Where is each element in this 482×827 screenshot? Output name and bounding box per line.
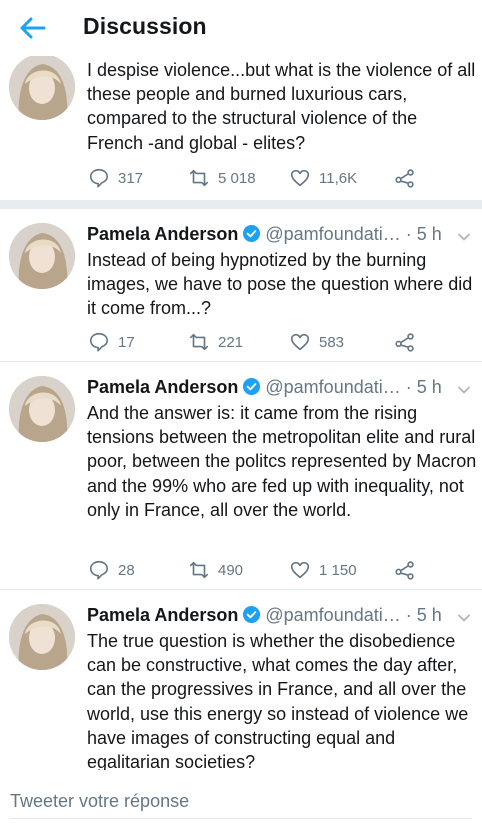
like-button[interactable]: 1 150 bbox=[289, 558, 357, 582]
author-name[interactable]: Pamela Anderson bbox=[87, 377, 238, 397]
arrow-left-icon bbox=[20, 17, 46, 39]
author-handle[interactable]: @pamfoundati… bbox=[265, 605, 400, 625]
tweet-text: The true question is whether the disobed… bbox=[87, 631, 469, 770]
reply-icon bbox=[89, 168, 109, 188]
author-handle[interactable]: @pamfoundati… bbox=[265, 377, 400, 397]
retweet-icon bbox=[189, 169, 209, 187]
heart-icon bbox=[290, 169, 310, 187]
retweet-icon bbox=[189, 561, 209, 579]
tweet[interactable]: I despise violence...but what is the vio… bbox=[0, 56, 482, 200]
tweet-time: · 5 h bbox=[405, 605, 442, 625]
reply-count: 17 bbox=[118, 333, 135, 351]
verified-badge-icon bbox=[243, 377, 261, 396]
reply-input[interactable] bbox=[10, 787, 470, 815]
tweet-header: Pamela Anderson @pamfoundati… · 5 h bbox=[87, 373, 442, 401]
reply-icon bbox=[89, 332, 109, 352]
conversation-thread: I despise violence...but what is the vio… bbox=[0, 56, 482, 770]
reply-button[interactable]: 317 bbox=[88, 166, 143, 190]
retweet-icon bbox=[189, 333, 209, 351]
top-app-bar: Discussion bbox=[0, 0, 482, 56]
chevron-down-icon[interactable] bbox=[456, 382, 472, 398]
share-icon bbox=[395, 333, 414, 352]
reply-count: 28 bbox=[118, 561, 135, 579]
reply-icon bbox=[89, 560, 109, 580]
retweet-button[interactable]: 5 018 bbox=[188, 166, 256, 190]
tweet-time: · 5 h bbox=[405, 224, 442, 244]
like-button[interactable]: 583 bbox=[289, 330, 344, 354]
avatar[interactable] bbox=[9, 56, 75, 120]
tweet-header: Pamela Anderson @pamfoundati… · 5 h bbox=[87, 220, 442, 248]
heart-icon bbox=[290, 561, 310, 579]
verified-badge-icon bbox=[243, 224, 261, 243]
tweet-time: · 5 h bbox=[405, 377, 442, 397]
tweet-actions: 28 490 1 150 bbox=[88, 558, 468, 582]
share-icon bbox=[395, 169, 414, 188]
tweet-header: Pamela Anderson @pamfoundati… · 5 h bbox=[87, 601, 442, 629]
retweet-count: 5 018 bbox=[218, 169, 256, 187]
retweet-button[interactable]: 221 bbox=[188, 330, 243, 354]
share-button[interactable] bbox=[394, 166, 424, 190]
retweet-count: 490 bbox=[218, 561, 244, 579]
avatar[interactable] bbox=[9, 376, 75, 442]
tweet-text: Instead of being hypnotized by the burni… bbox=[87, 250, 473, 319]
reply-composer bbox=[0, 770, 482, 827]
author-name[interactable]: Pamela Anderson bbox=[87, 224, 238, 244]
share-button[interactable] bbox=[394, 558, 424, 582]
share-icon bbox=[395, 561, 414, 580]
like-count: 11,6K bbox=[319, 169, 358, 187]
heart-icon bbox=[290, 333, 310, 351]
tweet-actions: 317 5 018 11,6K bbox=[88, 166, 468, 190]
tweet-text: And the answer is: it came from the risi… bbox=[87, 403, 477, 520]
reply-underline bbox=[10, 818, 472, 819]
back-button[interactable] bbox=[14, 10, 50, 46]
retweet-count: 221 bbox=[218, 333, 244, 351]
chevron-down-icon[interactable] bbox=[456, 610, 472, 626]
tweet-actions: 17 221 583 bbox=[88, 330, 468, 354]
like-button[interactable]: 11,6K bbox=[289, 166, 357, 190]
tweet[interactable]: Pamela Anderson @pamfoundati… · 5 h And t… bbox=[0, 362, 482, 587]
author-handle[interactable]: @pamfoundati… bbox=[265, 224, 400, 244]
tweet-text: I despise violence...but what is the vio… bbox=[87, 60, 476, 153]
share-button[interactable] bbox=[394, 330, 424, 354]
tweet[interactable]: Pamela Anderson @pamfoundati… · 5 h Inste… bbox=[0, 209, 482, 361]
like-count: 583 bbox=[319, 333, 345, 351]
retweet-button[interactable]: 490 bbox=[188, 558, 243, 582]
tweet[interactable]: Pamela Anderson @pamfoundati… · 5 h The t… bbox=[0, 590, 482, 770]
reply-button[interactable]: 17 bbox=[88, 330, 135, 354]
reply-button[interactable]: 28 bbox=[88, 558, 135, 582]
page-title: Discussion bbox=[83, 13, 207, 39]
author-name[interactable]: Pamela Anderson bbox=[87, 605, 238, 625]
like-count: 1 150 bbox=[319, 561, 357, 579]
thread-separator bbox=[0, 200, 482, 209]
reply-count: 317 bbox=[118, 169, 144, 187]
chevron-down-icon[interactable] bbox=[456, 229, 472, 245]
verified-badge-icon bbox=[243, 605, 261, 624]
avatar[interactable] bbox=[9, 223, 75, 289]
avatar[interactable] bbox=[9, 604, 75, 670]
